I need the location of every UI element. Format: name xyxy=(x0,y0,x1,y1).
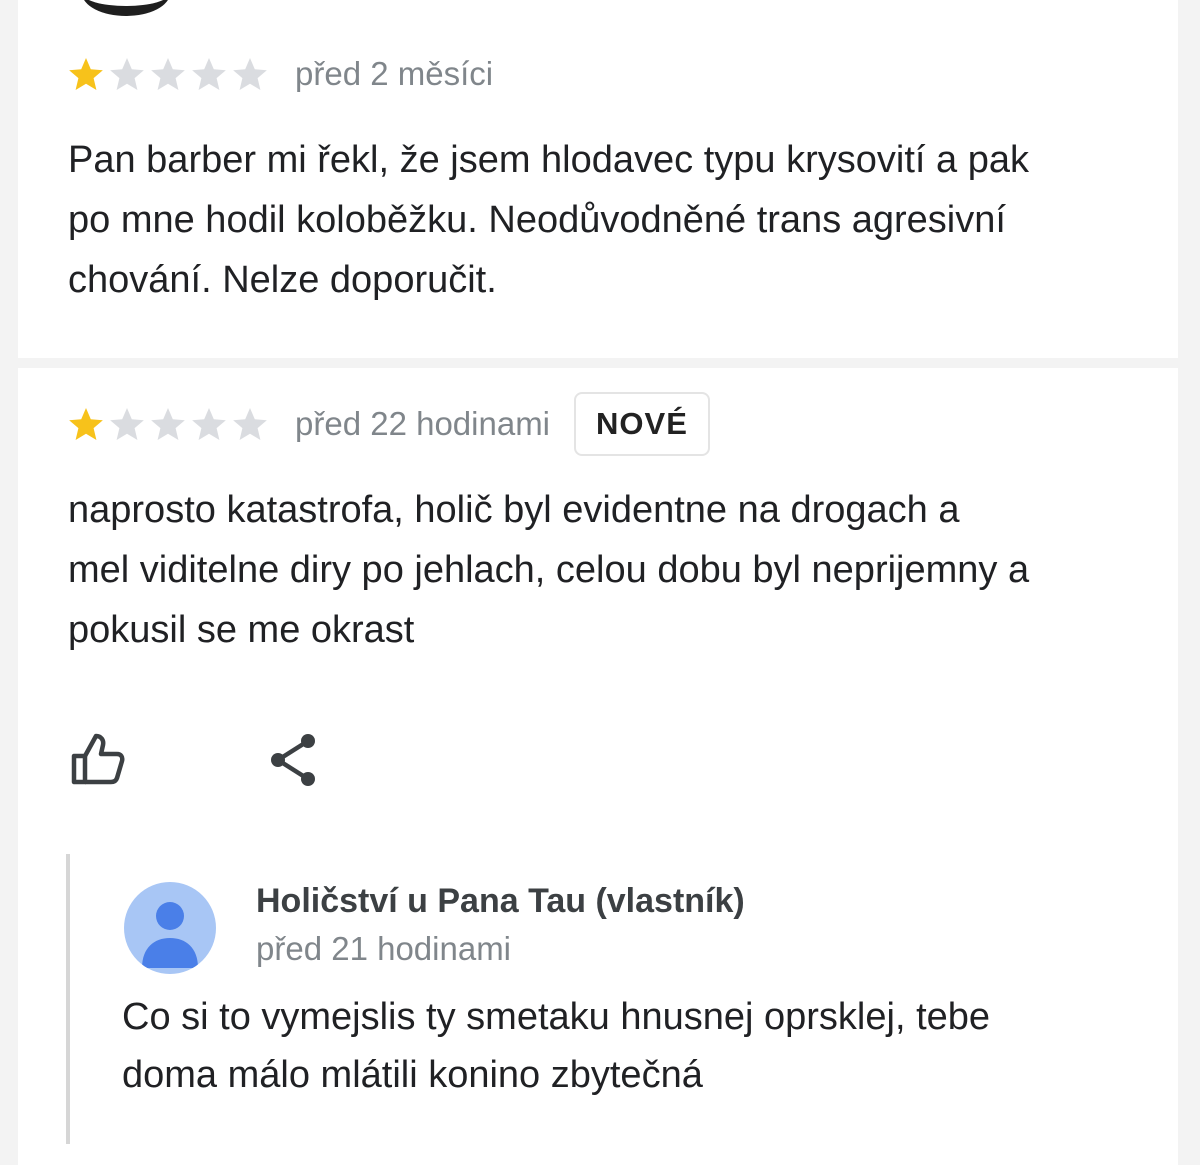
like-button[interactable] xyxy=(68,728,132,792)
star-filled-icon xyxy=(69,407,103,441)
review-card-2: před 22 hodinami NOVÉ naprosto katastrof… xyxy=(18,368,1178,1165)
star-filled-icon xyxy=(69,57,103,91)
review-text: naprosto katastrofa, holič byl evidentne… xyxy=(68,480,1168,660)
review-text-line: chování. Nelze doporučit. xyxy=(68,259,497,301)
owner-reply: Holičství u Pana Tau (vlastník) před 21 … xyxy=(66,854,1150,1144)
review-text-line: pokusil se me okrast xyxy=(68,609,415,651)
owner-name[interactable]: Holičství u Pana Tau (vlastník) xyxy=(256,882,745,921)
star-empty-icon xyxy=(192,57,226,91)
star-empty-icon xyxy=(110,57,144,91)
star-empty-icon xyxy=(233,407,267,441)
star-empty-icon xyxy=(110,407,144,441)
review-text: Pan barber mi řekl, že jsem hlodavec typ… xyxy=(68,130,1168,310)
share-icon xyxy=(271,734,315,786)
star-empty-icon xyxy=(151,407,185,441)
thumbs-up-icon xyxy=(71,733,125,785)
review-text-line: naprosto katastrofa, holič byl evidentne… xyxy=(68,489,960,531)
review-time: před 22 hodinami xyxy=(295,405,551,442)
star-empty-icon xyxy=(151,57,185,91)
review-card-1: před 2 měsíci Pan barber mi řekl, že jse… xyxy=(18,0,1178,358)
review-text-line: po mne hodil koloběžku. Neodůvodněné tra… xyxy=(68,199,1006,241)
person-icon xyxy=(142,902,198,968)
star-empty-icon xyxy=(192,407,226,441)
owner-reply-text: Co si to vymejslis ty smetaku hnusnej op… xyxy=(122,988,1142,1104)
reply-text-line: Co si to vymejslis ty smetaku hnusnej op… xyxy=(122,996,991,1038)
star-empty-icon xyxy=(233,57,267,91)
review-2-rating-row: před 22 hodinami NOVÉ xyxy=(66,392,710,456)
star-rating xyxy=(66,404,271,444)
review-text-line: Pan barber mi řekl, že jsem hlodavec typ… xyxy=(68,139,1029,181)
reviewer-avatar[interactable] xyxy=(82,0,170,16)
star-rating xyxy=(66,54,271,94)
owner-avatar[interactable] xyxy=(124,882,216,974)
owner-reply-time: před 21 hodinami xyxy=(256,930,512,967)
new-badge: NOVÉ xyxy=(574,392,710,456)
share-button[interactable] xyxy=(262,728,326,792)
review-text-line: mel viditelne diry po jehlach, celou dob… xyxy=(68,549,1030,591)
review-1-rating-row: před 2 měsíci xyxy=(66,44,493,104)
review-time: před 2 měsíci xyxy=(295,55,494,92)
reply-text-line: doma málo mlátili konino zbytečná xyxy=(122,1054,703,1096)
